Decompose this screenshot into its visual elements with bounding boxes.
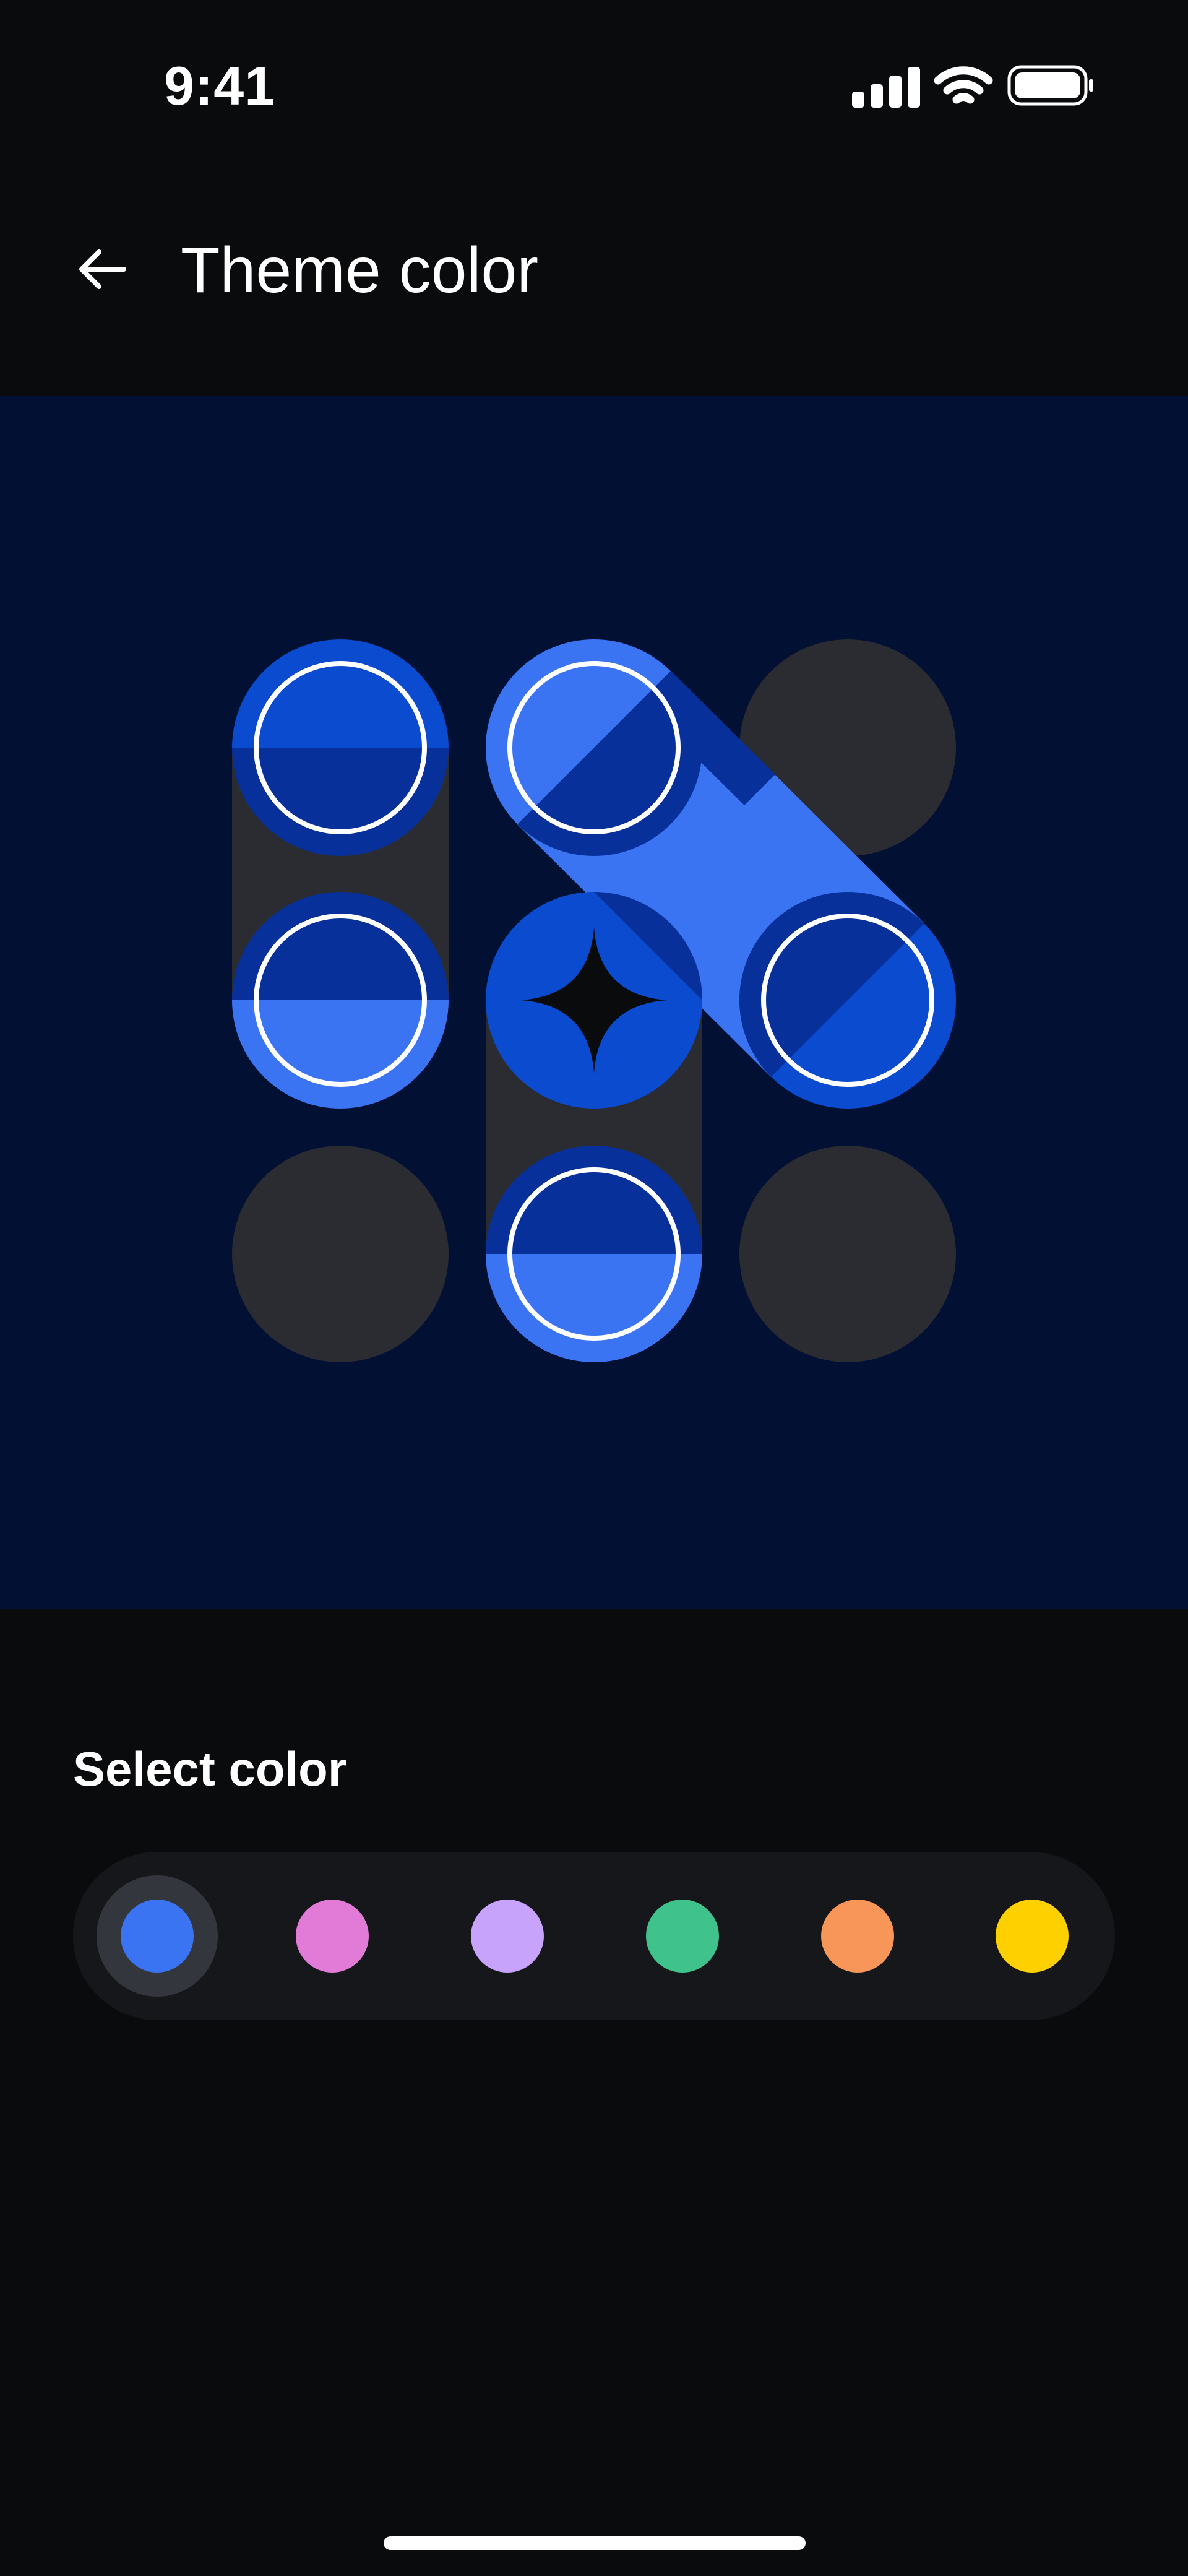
preview-piece: [232, 639, 449, 856]
preview-piece: [486, 1146, 702, 1362]
swatch-orange[interactable]: [773, 1852, 942, 2020]
swatch-dot: [296, 1900, 369, 1973]
back-button[interactable]: [68, 235, 136, 303]
preview-piece: [486, 639, 702, 856]
page-title: Theme color: [181, 235, 538, 306]
swatch-green[interactable]: [598, 1852, 767, 2020]
swatch-dot: [821, 1900, 894, 1973]
swatch-dot: [471, 1900, 544, 1973]
status-icons: [848, 62, 1095, 111]
preview-piece: [232, 892, 449, 1109]
swatch-pink[interactable]: [248, 1852, 416, 2020]
preview-empty-slot: [739, 1146, 956, 1362]
swatch-yellow[interactable]: [948, 1852, 1116, 2020]
swatch-dot: [121, 1900, 194, 1973]
preview-empty-slot: [232, 1146, 449, 1362]
app-bar: Theme color: [0, 173, 1188, 396]
wifi-icon: [934, 66, 993, 104]
home-indicator[interactable]: [384, 2536, 806, 2550]
theme-preview: [0, 396, 1188, 1609]
preview-piece: [739, 892, 956, 1109]
selected-indicator: [97, 1875, 218, 1997]
status-time: 9:41: [164, 55, 276, 116]
swatch-dot: [996, 1900, 1069, 1973]
swatch-blue[interactable]: [73, 1852, 241, 2020]
status-bar: 9:41: [0, 0, 1188, 173]
battery-icon: [1007, 65, 1093, 106]
arrow-left-icon: [79, 249, 126, 289]
signal-icon: [852, 67, 920, 108]
select-color-label: Select color: [73, 1742, 347, 1796]
swatch-dot: [646, 1900, 719, 1973]
swatch-lavender[interactable]: [423, 1852, 592, 2020]
color-swatch-bar: [73, 1852, 1115, 2020]
